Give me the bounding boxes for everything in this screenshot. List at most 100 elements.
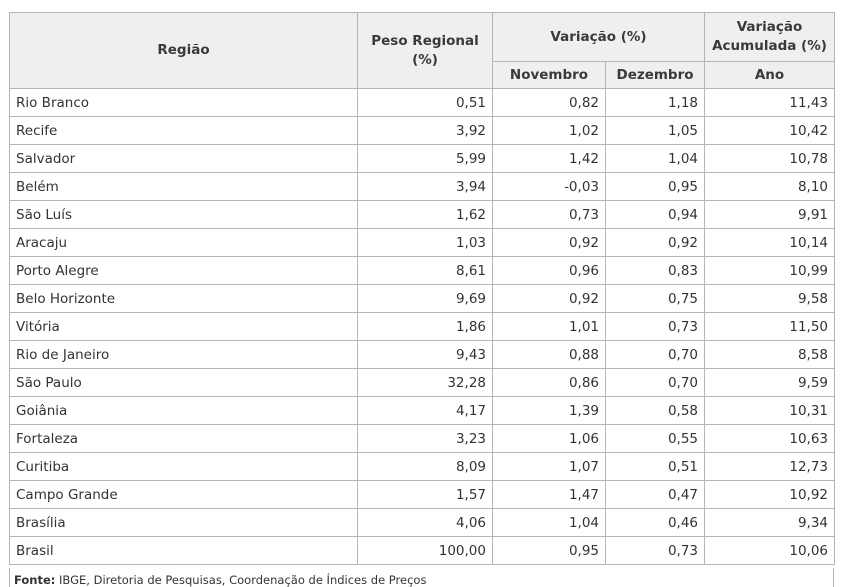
cell-regiao: Salvador [9, 144, 358, 173]
cell-novembro: 1,42 [492, 144, 606, 173]
cell-peso-regional: 1,86 [357, 312, 493, 341]
cell-regiao: Porto Alegre [9, 256, 358, 285]
table-row: Rio de Janeiro 9,43 0,88 0,70 8,58 [9, 340, 836, 369]
cell-novembro: 1,07 [492, 452, 606, 481]
cell-dezembro: 1,05 [604, 116, 706, 145]
table-row: Curitiba 8,09 1,07 0,51 12,73 [9, 452, 836, 481]
cell-ano: 9,91 [704, 200, 836, 229]
cell-regiao: Brasília [9, 508, 358, 537]
cell-novembro: 1,47 [492, 480, 606, 509]
source-note: Fonte: IBGE, Diretoria de Pesquisas, Coo… [14, 573, 426, 587]
header-peso-regional: Peso Regional (%) [357, 12, 493, 89]
header-variacao: Variação (%) [491, 12, 706, 62]
cell-ano: 10,14 [704, 228, 836, 257]
cell-dezembro: 0,47 [604, 480, 706, 509]
header-variacao-acumulada: Variação Acumulada (%) [704, 12, 836, 62]
cell-novembro: 0,82 [492, 88, 606, 117]
table-right-edge [833, 568, 834, 587]
cell-ano: 9,59 [704, 368, 836, 397]
cell-novembro: 1,39 [492, 396, 606, 425]
cell-dezembro: 0,70 [604, 340, 706, 369]
cell-regiao: Belém [9, 172, 358, 201]
cell-regiao: Rio Branco [9, 88, 358, 117]
header-dezembro: Dezembro [604, 61, 706, 89]
table-row: Brasília 4,06 1,04 0,46 9,34 [9, 508, 836, 537]
cell-novembro: 0,86 [492, 368, 606, 397]
cell-peso-regional: 4,06 [357, 508, 493, 537]
table-row: São Luís 1,62 0,73 0,94 9,91 [9, 200, 836, 229]
cell-regiao: Campo Grande [9, 480, 358, 509]
cell-ano: 11,50 [704, 312, 836, 341]
cell-dezembro: 0,73 [604, 312, 706, 341]
cell-dezembro: 0,92 [604, 228, 706, 257]
cell-novembro: 0,92 [492, 228, 606, 257]
cell-novembro: 1,02 [492, 116, 606, 145]
cell-novembro: 0,96 [492, 256, 606, 285]
cell-ano: 10,99 [704, 256, 836, 285]
cell-regiao: Belo Horizonte [9, 284, 358, 313]
cell-dezembro: 1,04 [604, 144, 706, 173]
cell-peso-regional: 8,09 [357, 452, 493, 481]
table-row: Rio Branco 0,51 0,82 1,18 11,43 [9, 88, 836, 117]
cell-dezembro: 0,51 [604, 452, 706, 481]
cell-novembro: 0,73 [492, 200, 606, 229]
table-left-edge [9, 568, 10, 587]
cell-peso-regional: 5,99 [357, 144, 493, 173]
cell-dezembro: 0,55 [604, 424, 706, 453]
cell-ano: 8,10 [704, 172, 836, 201]
cell-ano: 10,92 [704, 480, 836, 509]
cell-novembro: 1,01 [492, 312, 606, 341]
cell-peso-regional: 3,92 [357, 116, 493, 145]
table-row: Recife 3,92 1,02 1,05 10,42 [9, 116, 836, 145]
cell-regiao: Brasil [9, 536, 358, 565]
table-row: Fortaleza 3,23 1,06 0,55 10,63 [9, 424, 836, 453]
cell-ano: 11,43 [704, 88, 836, 117]
cell-peso-regional: 3,23 [357, 424, 493, 453]
table-row: Porto Alegre 8,61 0,96 0,83 10,99 [9, 256, 836, 285]
cell-dezembro: 0,70 [604, 368, 706, 397]
table-row: Goiânia 4,17 1,39 0,58 10,31 [9, 396, 836, 425]
cell-peso-regional: 32,28 [357, 368, 493, 397]
ipca-table-container: Região Peso Regional (%) Variação (%) Va… [9, 12, 836, 565]
table-row: Belém 3,94 -0,03 0,95 8,10 [9, 172, 836, 201]
cell-regiao: Vitória [9, 312, 358, 341]
cell-peso-regional: 9,69 [357, 284, 493, 313]
cell-dezembro: 0,83 [604, 256, 706, 285]
cell-peso-regional: 3,94 [357, 172, 493, 201]
cell-peso-regional: 9,43 [357, 340, 493, 369]
cell-regiao: Curitiba [9, 452, 358, 481]
cell-dezembro: 1,18 [604, 88, 706, 117]
table-row: Vitória 1,86 1,01 0,73 11,50 [9, 312, 836, 341]
cell-peso-regional: 1,62 [357, 200, 493, 229]
header-novembro: Novembro [492, 61, 606, 89]
cell-peso-regional: 100,00 [357, 536, 493, 565]
cell-ano: 10,63 [704, 424, 836, 453]
cell-ano: 9,58 [704, 284, 836, 313]
table-row: São Paulo 32,28 0,86 0,70 9,59 [9, 368, 836, 397]
cell-peso-regional: 8,61 [357, 256, 493, 285]
cell-dezembro: 0,75 [604, 284, 706, 313]
table-row: Salvador 5,99 1,42 1,04 10,78 [9, 144, 836, 173]
cell-ano: 10,06 [704, 536, 836, 565]
cell-regiao: Aracaju [9, 228, 358, 257]
cell-novembro: 1,04 [492, 508, 606, 537]
cell-dezembro: 0,95 [604, 172, 706, 201]
table-body: Rio Branco 0,51 0,82 1,18 11,43 Recife 3,92 1,0… [9, 88, 836, 565]
cell-regiao: São Paulo [9, 368, 358, 397]
cell-regiao: Fortaleza [9, 424, 358, 453]
cell-ano: 10,42 [704, 116, 836, 145]
table-row: Belo Horizonte 9,69 0,92 0,75 9,58 [9, 284, 836, 313]
source-label: Fonte: [14, 573, 56, 587]
table-header: Região Peso Regional (%) Variação (%) Va… [9, 12, 836, 89]
source-text: IBGE, Diretoria de Pesquisas, Coordenaçã… [55, 573, 427, 587]
cell-regiao: Rio de Janeiro [9, 340, 358, 369]
cell-regiao: Recife [9, 116, 358, 145]
table-row: Campo Grande 1,57 1,47 0,47 10,92 [9, 480, 836, 509]
cell-peso-regional: 4,17 [357, 396, 493, 425]
cell-ano: 10,78 [704, 144, 836, 173]
cell-peso-regional: 1,57 [357, 480, 493, 509]
cell-regiao: Goiânia [9, 396, 358, 425]
cell-novembro: 0,88 [492, 340, 606, 369]
cell-novembro: -0,03 [492, 172, 606, 201]
table-row: Aracaju 1,03 0,92 0,92 10,14 [9, 228, 836, 257]
